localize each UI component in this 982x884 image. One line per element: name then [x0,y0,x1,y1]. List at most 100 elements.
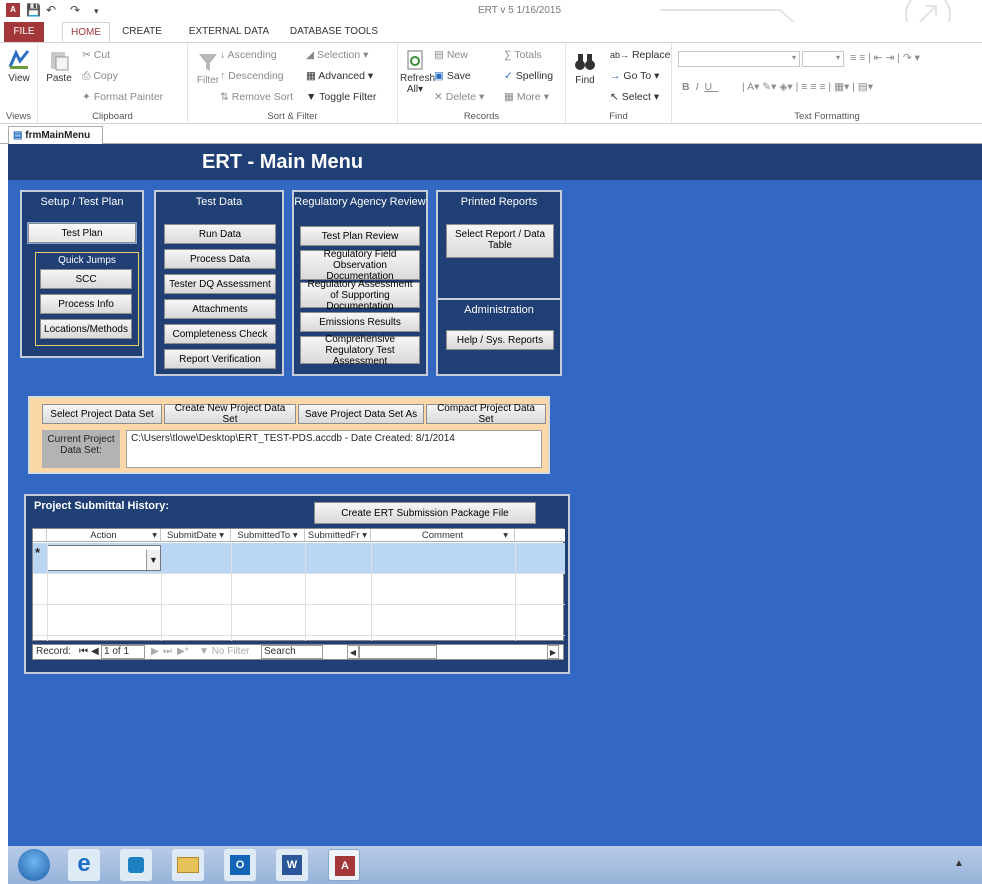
help-sys-reports-button[interactable]: Help / Sys. Reports [446,330,554,350]
replace-button[interactable]: ab→ Replace [610,49,670,61]
word-icon[interactable]: W [276,849,308,881]
compact-project-data-set-button[interactable]: Compact Project Data Set [426,403,546,425]
media-center-icon[interactable] [120,849,152,881]
paste-button[interactable]: Paste [44,49,74,84]
regulatory-assessment-button[interactable]: Regulatory Assessment of Supporting Docu… [300,279,420,312]
completeness-check-button[interactable]: Completeness Check [164,324,276,344]
selection-button[interactable]: ◢ Selection ▾ [306,49,368,61]
save-record-button[interactable]: ▣ Save [434,70,471,82]
column-header-action[interactable]: Action ▾ [47,529,161,542]
list-buttons[interactable]: ≡ ≡ | ⇤ ⇥ | ↷ ▾ [850,52,920,64]
locations-methods-button[interactable]: Locations/Methods [40,319,132,339]
tab-file[interactable]: FILE [4,22,44,42]
format-painter-button[interactable]: ✦ Format Painter [82,91,163,103]
column-header-comment[interactable]: Comment ▾ [371,529,515,542]
last-record-icon[interactable]: ⏭ [163,646,172,657]
report-verification-button[interactable]: Report Verification [164,349,276,369]
tab-create[interactable]: CREATE [116,22,168,42]
access-app-icon[interactable]: A [6,3,20,17]
delete-record-button[interactable]: ✕ Delete ▾ [434,91,484,103]
file-explorer-icon[interactable] [172,849,204,881]
tab-external-data[interactable]: EXTERNAL DATA [184,22,274,42]
select-button[interactable]: ↖ Select ▾ [610,91,659,103]
no-filter-button[interactable]: ▼ No Filter [199,646,249,657]
column-header-submitdate[interactable]: SubmitDate ▾ [161,529,231,542]
tester-dq-assessment-button[interactable]: Tester DQ Assessment [164,274,276,294]
create-project-data-set-button[interactable]: Create New Project Data Set [164,403,296,425]
horizontal-scrollbar-thumb[interactable] [359,645,437,659]
cut-button[interactable]: ✂ Cut [82,49,110,61]
start-button-icon[interactable] [18,849,50,881]
toggle-filter-button[interactable]: ▼ Toggle Filter [306,91,376,103]
refresh-all-button[interactable]: Refresh All▾ [400,49,435,95]
customize-toolbar-icon[interactable]: ▾ [94,6,99,17]
record-position-field[interactable]: 1 of 1 [101,645,145,659]
action-sort-chevron-icon[interactable]: ▾ [152,529,157,542]
new-record-button[interactable]: ▤ New [434,49,468,61]
new-blank-record-icon[interactable]: ▶* [177,646,189,657]
outlook-icon[interactable]: O [224,849,256,881]
view-button[interactable]: View [4,49,34,84]
format-buttons[interactable]: BIU [682,81,718,93]
tab-home[interactable]: HOME [62,22,110,42]
submitdate-sort-chevron-icon[interactable]: ▾ [219,530,224,541]
run-data-button[interactable]: Run Data [164,224,276,244]
totals-button[interactable]: ∑ Totals [504,49,542,61]
previous-record-icon[interactable]: ◀ [91,646,99,657]
column-header-submittedfr[interactable]: SubmittedFr ▾ [305,529,371,542]
scroll-left-icon[interactable]: ◀ [347,645,359,659]
process-info-button[interactable]: Process Info [40,294,132,314]
tray-expand-icon[interactable]: ▲ [954,858,964,869]
attachments-button[interactable]: Attachments [164,299,276,319]
process-data-button[interactable]: Process Data [164,249,276,269]
save-icon[interactable]: 💾 [26,3,41,17]
cut-label: Cut [93,49,111,61]
refresh-all-label: All [406,84,419,95]
font-size-dropdown[interactable]: ▾ [802,51,844,67]
remove-sort-label: Remove Sort [231,91,294,103]
regulatory-field-observation-button[interactable]: Regulatory Field Observation Documentati… [300,249,420,282]
create-submission-package-button[interactable]: Create ERT Submission Package File [314,502,536,524]
new-record-row[interactable]: * ▼ [33,543,565,573]
comment-sort-chevron-icon[interactable]: ▾ [503,529,508,542]
tab-frmmainmenu[interactable]: ▤ frmMainMenu [8,126,104,144]
test-plan-review-button[interactable]: Test Plan Review [300,226,420,246]
test-plan-button[interactable]: Test Plan [28,223,136,243]
select-project-data-set-button[interactable]: Select Project Data Set [42,404,162,424]
remove-sort-button[interactable]: ⇅ Remove Sort [220,91,293,103]
submittedto-sort-chevron-icon[interactable]: ▾ [293,530,298,541]
align-left-icon: ≡ [801,81,808,93]
action-combo-box[interactable]: ▼ [47,545,161,571]
save-project-data-set-as-button[interactable]: Save Project Data Set As [298,404,424,424]
tab-database-tools[interactable]: DATABASE TOOLS [286,22,382,42]
records-group-label: Records [463,111,500,122]
search-input[interactable]: Search [261,645,323,659]
spelling-button[interactable]: ✓ Spelling [504,70,553,82]
more-button[interactable]: ▦ More ▾ [504,91,549,103]
descending-button[interactable]: ↑ Descending [220,70,284,82]
color-buttons[interactable]: | A▾ ✎▾ ◈▾ | ≡ ≡ ≡ | ▦▾ | ▤▾ [742,81,873,93]
advanced-button[interactable]: ▦ Advanced ▾ [306,70,373,82]
scroll-right-icon[interactable]: ▶ [547,645,559,659]
select-report-button[interactable]: Select Report / Data Table [446,224,554,258]
submittedfr-sort-chevron-icon[interactable]: ▾ [362,530,367,541]
filter-button[interactable]: Filter [194,51,222,86]
action-dropdown-arrow-icon[interactable]: ▼ [146,550,160,570]
redo-icon[interactable]: ↷ [70,3,80,17]
emissions-results-button[interactable]: Emissions Results [300,312,420,332]
find-button[interactable]: Find [572,51,598,86]
scc-button[interactable]: SCC [40,269,132,289]
internet-explorer-icon[interactable]: e [68,849,100,881]
next-record-icon[interactable]: ▶ [151,646,159,657]
windows-taskbar: e O W A ▲ [8,846,982,884]
font-name-dropdown[interactable]: ▾ [678,51,800,67]
access-taskbar-icon[interactable]: A [328,849,360,881]
undo-icon[interactable]: ↶ [46,3,56,17]
column-header-submittedto[interactable]: SubmittedTo ▾ [231,529,305,542]
first-record-icon[interactable]: ⏮ [79,646,88,657]
ascending-button[interactable]: ↓ Ascending [220,49,277,61]
goto-button[interactable]: → Go To ▾ [610,70,659,82]
comprehensive-assessment-button[interactable]: Comprehensive Regulatory Test Assessment [300,334,420,367]
copy-button[interactable]: ⎙ Copy [82,70,118,83]
row-selector-header[interactable] [33,529,47,542]
